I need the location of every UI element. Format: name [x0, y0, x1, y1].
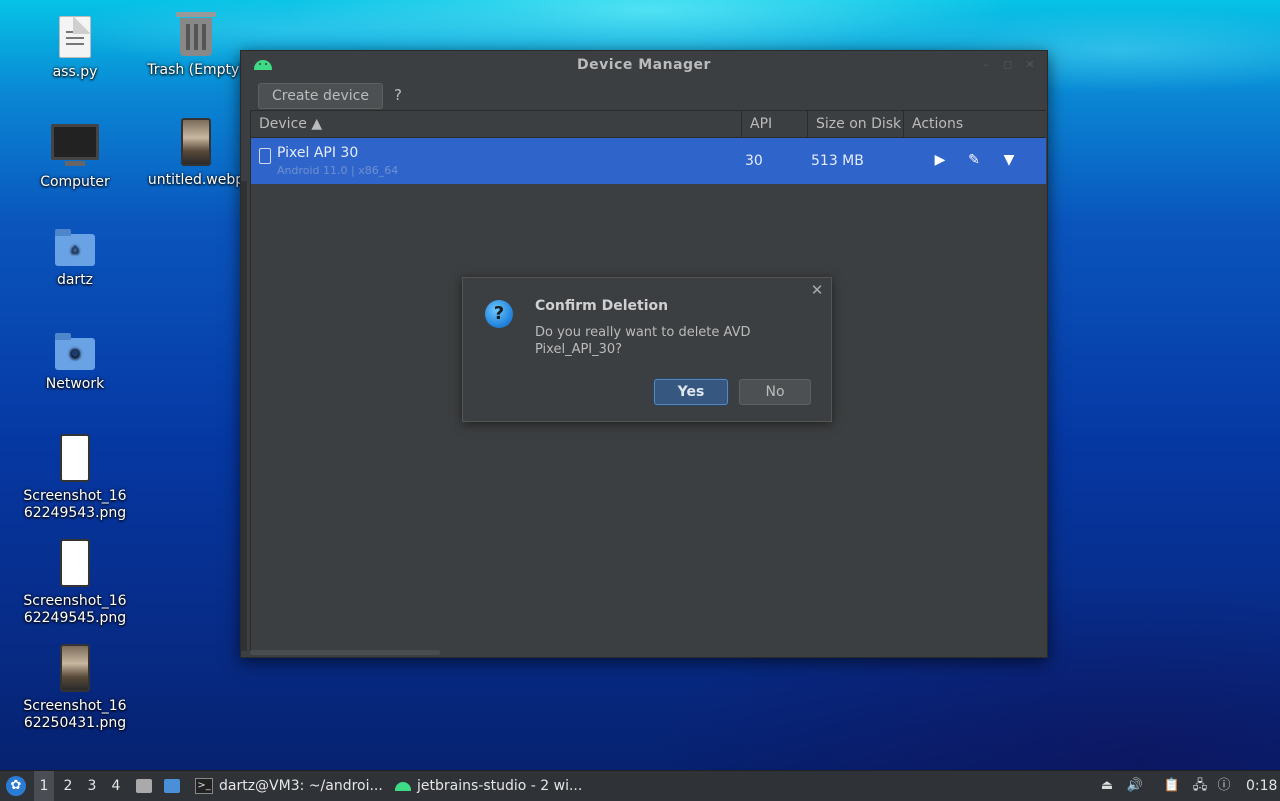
- column-header-actions: Actions: [912, 116, 964, 132]
- more-actions-chevron-down-icon[interactable]: ▼: [998, 149, 1020, 171]
- confirm-deletion-dialog: ✕ ? Confirm Deletion Do you really want …: [462, 277, 832, 422]
- desktop-icon-label: Computer: [40, 174, 110, 190]
- volume-icon[interactable]: 🔊: [1126, 777, 1144, 795]
- help-button[interactable]: ?: [388, 83, 408, 107]
- image-file-icon: [181, 118, 211, 166]
- question-icon: ?: [485, 300, 513, 328]
- trash-icon: [176, 12, 216, 56]
- device-api: 30: [745, 153, 763, 169]
- desktop-icon-screenshot-2[interactable]: Screenshot_1662249545.png: [10, 539, 140, 627]
- file-manager-icon[interactable]: [136, 779, 152, 793]
- table-row[interactable]: Pixel API 30 Android 11.0 | x86_64 30 51…: [251, 138, 1046, 184]
- taskbar-app-label: jetbrains-studio - 2 wi...: [417, 778, 583, 794]
- column-header-device[interactable]: Device ▲: [251, 111, 742, 137]
- desktop-icon-computer[interactable]: Computer: [10, 124, 140, 191]
- yes-button[interactable]: Yes: [654, 379, 728, 405]
- notification-icon[interactable]: ⓘ: [1215, 777, 1233, 795]
- network-folder-icon: ◉: [55, 333, 95, 370]
- desktop-icon-network[interactable]: ◉ Network: [10, 333, 140, 393]
- maximize-icon[interactable]: ◻: [1001, 58, 1015, 72]
- toolbar: Create device ?: [241, 81, 1047, 109]
- device-subtitle: Android 11.0 | x86_64: [277, 164, 399, 177]
- image-file-icon: [60, 644, 90, 692]
- horizontal-scrollbar[interactable]: [250, 650, 440, 655]
- minimize-icon[interactable]: –: [979, 58, 993, 72]
- dialog-message: Do you really want to delete AVD Pixel_A…: [535, 325, 751, 357]
- window-title: Device Manager: [577, 57, 711, 73]
- device-icon: [259, 148, 271, 164]
- eject-icon[interactable]: ⏏: [1098, 777, 1116, 795]
- desktop-icon-trash[interactable]: Trash (Empty): [136, 12, 256, 79]
- desktop-show-icon[interactable]: [164, 779, 180, 793]
- android-icon: [395, 781, 411, 791]
- dialog-close-icon[interactable]: ✕: [809, 282, 825, 298]
- image-file-icon: [60, 539, 90, 587]
- launch-play-icon[interactable]: ▶: [929, 149, 951, 171]
- desktop-icon-label: Screenshot_1662250431.png: [23, 698, 127, 731]
- image-file-icon: [60, 434, 90, 482]
- desktop-icon-label: Screenshot_1662249543.png: [23, 488, 127, 521]
- computer-icon: [51, 124, 99, 166]
- close-icon[interactable]: ✕: [1023, 58, 1037, 72]
- edit-pencil-icon[interactable]: ✎: [963, 149, 985, 171]
- clipboard-icon[interactable]: 📋: [1163, 777, 1181, 795]
- terminal-icon: >_: [195, 778, 213, 794]
- desktop-icon-dartz[interactable]: ⌂ dartz: [10, 229, 140, 289]
- desktop-icon-label: dartz: [56, 272, 94, 288]
- desktop-icon-label: Network: [45, 376, 105, 392]
- desktop-icon-screenshot-3[interactable]: Screenshot_1662250431.png: [10, 644, 140, 732]
- create-device-button[interactable]: Create device: [258, 83, 383, 109]
- clock[interactable]: 0:18: [1246, 771, 1277, 801]
- device-name: Pixel API 30: [277, 145, 359, 161]
- taskbar-app-terminal[interactable]: >_ dartz@VM3: ~/androi...: [195, 771, 383, 801]
- text-file-icon: [59, 16, 91, 58]
- device-size: 513 MB: [811, 153, 864, 169]
- workspace-1[interactable]: 1: [34, 771, 54, 801]
- desktop-icon-label: Screenshot_1662249545.png: [23, 593, 127, 626]
- toolbar-divider: [382, 87, 383, 103]
- desktop-icon-screenshot-1[interactable]: Screenshot_1662249543.png: [10, 434, 140, 522]
- table-header: Device ▲ API Size on Disk Actions: [251, 111, 1046, 138]
- dialog-title: Confirm Deletion: [535, 298, 669, 314]
- column-header-size[interactable]: Size on Disk: [808, 111, 904, 137]
- start-menu-icon[interactable]: ✿: [6, 776, 26, 796]
- workspace-2[interactable]: 2: [58, 771, 78, 801]
- column-header-api[interactable]: API: [742, 111, 808, 137]
- desktop-icon-label: ass.py: [52, 64, 98, 80]
- taskbar-app-label: dartz@VM3: ~/androi...: [219, 778, 383, 794]
- window-left-edge: [241, 181, 247, 651]
- no-button[interactable]: No: [739, 379, 811, 405]
- desktop-icon-ass-py[interactable]: ass.py: [10, 16, 140, 81]
- desktop-icon-label: untitled.webp: [147, 172, 245, 188]
- home-folder-icon: ⌂: [55, 229, 95, 266]
- workspace-3[interactable]: 3: [82, 771, 102, 801]
- window-titlebar[interactable]: Device Manager – ◻ ✕: [241, 51, 1047, 81]
- network-icon[interactable]: 🖧: [1191, 777, 1209, 795]
- desktop-icon-label: Trash (Empty): [147, 62, 245, 78]
- desktop-icon-untitled-webp[interactable]: untitled.webp: [136, 118, 256, 189]
- workspace-4[interactable]: 4: [106, 771, 126, 801]
- taskbar-app-android-studio[interactable]: jetbrains-studio - 2 wi...: [395, 771, 582, 801]
- taskbar: ✿ 1 2 3 4 >_ dartz@VM3: ~/androi... jetb…: [0, 770, 1280, 801]
